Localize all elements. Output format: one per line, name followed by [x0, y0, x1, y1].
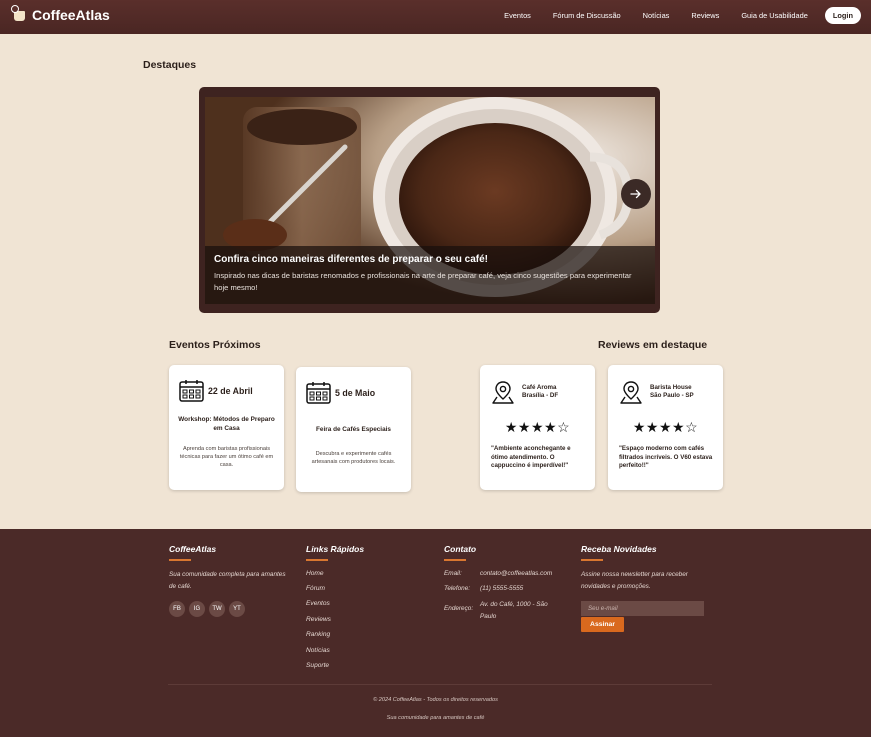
footer-contact-title: Contato — [444, 544, 477, 554]
event-date: 5 de Maio — [335, 388, 376, 398]
footer-link-eventos[interactable]: Eventos — [306, 596, 426, 611]
footer-tagline: Sua comunidade para amantes de café — [386, 715, 485, 721]
carousel-next-button[interactable] — [621, 179, 651, 209]
highlights-title: Destaques — [143, 59, 197, 71]
review-place-location: São Paulo - SP — [650, 392, 694, 399]
events-title: Eventos Próximos — [169, 339, 261, 351]
newsletter-email-input[interactable]: Seu e-mail — [581, 600, 704, 616]
footer-link-suporte[interactable]: Suporte — [306, 658, 426, 673]
site-footer: CoffeeAtlas Sua comunidade completa para… — [0, 529, 871, 737]
youtube-icon[interactable]: YT — [229, 600, 245, 617]
nav-reviews[interactable]: Reviews — [691, 11, 719, 20]
address-label: Endereço: — [444, 604, 474, 612]
site-header: CoffeeAtlas Eventos Fórum de Discussão N… — [0, 0, 871, 34]
review-place-name: Barista House — [650, 384, 692, 391]
arrow-right-icon — [630, 189, 641, 199]
footer-links-title: Links Rápidos — [306, 544, 365, 554]
footer-divider-accent — [169, 559, 191, 561]
event-description: Descubra e experimente cafés artesanais … — [311, 451, 396, 465]
slide-title: Confira cinco maneiras diferentes de pre… — [214, 254, 488, 265]
footer-link-ranking[interactable]: Ranking — [306, 627, 426, 642]
location-pin-icon — [492, 381, 514, 404]
instagram-icon[interactable]: IG — [189, 600, 205, 617]
event-title: Workshop: Métodos de Preparo em Casa — [178, 416, 275, 432]
footer-link-noticias[interactable]: Notícias — [306, 643, 426, 658]
footer-divider-accent — [581, 559, 603, 561]
review-place-location: Brasília - DF — [522, 392, 559, 399]
review-text: "Espaço moderno com cafés filtrados incr… — [619, 445, 713, 469]
footer-about-text: Sua comunidade completa para amantes de … — [169, 570, 286, 590]
footer-link-forum[interactable]: Fórum — [306, 581, 426, 596]
event-card[interactable]: 22 de Abril Workshop: Métodos de Preparo… — [169, 365, 284, 490]
subscribe-button[interactable]: Assinar — [581, 616, 624, 632]
nav-guia-usabilidade[interactable]: Guia de Usabilidade — [741, 11, 808, 20]
footer-divider-accent — [444, 559, 466, 561]
phone-label: Telefone: — [444, 585, 471, 592]
footer-divider-accent — [306, 559, 328, 561]
contact-email[interactable]: contato@coffeeatlas.com — [480, 566, 552, 582]
review-card[interactable]: Barista House São Paulo - SP ★★★★☆ "Espa… — [608, 365, 723, 490]
slide-caption[interactable]: Confira cinco maneiras diferentes de pre… — [205, 246, 655, 304]
calendar-icon — [306, 382, 331, 404]
event-date: 22 de Abril — [208, 386, 253, 396]
footer-newsletter: Receba Novidades Assine nossa newsletter… — [581, 544, 711, 632]
event-title: Feira de Cafés Especiais — [316, 426, 391, 433]
copyright-text: © 2024 CoffeeAtlas - Todos os direitos r… — [373, 697, 498, 703]
footer-divider — [168, 684, 712, 685]
footer-about-title: CoffeeAtlas — [169, 544, 217, 554]
coffee-logo-icon — [11, 4, 29, 23]
logo-text: CoffeeAtlas — [32, 7, 110, 23]
nav-eventos[interactable]: Eventos — [504, 11, 531, 20]
footer-link-home[interactable]: Home — [306, 566, 426, 581]
footer-contact: Contato Email: contato@coffeeatlas.com Te… — [444, 544, 574, 623]
star-rating: ★★★★☆ — [504, 419, 571, 435]
review-place-name: Café Aroma — [522, 384, 557, 391]
location-pin-icon — [620, 381, 642, 404]
calendar-icon — [179, 380, 204, 402]
footer-link-reviews[interactable]: Reviews — [306, 612, 426, 627]
event-card[interactable]: 5 de Maio Feira de Cafés Especiais Descu… — [296, 367, 411, 492]
facebook-icon[interactable]: FB — [169, 600, 185, 617]
twitter-icon[interactable]: TW — [209, 600, 225, 617]
logo[interactable]: CoffeeAtlas — [11, 4, 110, 23]
contact-phone: (11) 5555-5555 — [480, 585, 524, 592]
event-description: Aprenda com baristas profissionais técni… — [179, 446, 274, 468]
review-text: "Ambiente aconchegante e ótimo atendimen… — [491, 445, 571, 469]
footer-about: CoffeeAtlas Sua comunidade completa para… — [169, 544, 289, 617]
reviews-title: Reviews em destaque — [598, 339, 708, 351]
login-button[interactable]: Login — [824, 7, 861, 24]
social-links: FB IG TW YT — [169, 600, 289, 617]
nav-noticias[interactable]: Notícias — [643, 11, 670, 20]
slide-text: Inspirado nas dicas de baristas renomado… — [214, 271, 632, 292]
highlights-carousel: Confira cinco maneiras diferentes de pre… — [199, 87, 660, 313]
star-rating: ★★★★☆ — [632, 419, 699, 435]
footer-links: Links Rápidos Home Fórum Eventos Reviews… — [306, 544, 426, 673]
email-label: Email: — [444, 569, 462, 577]
review-card[interactable]: Café Aroma Brasília - DF ★★★★☆ "Ambiente… — [480, 365, 595, 490]
footer-newsletter-title: Receba Novidades — [581, 544, 657, 554]
main-nav: Eventos Fórum de Discussão Notícias Revi… — [482, 7, 861, 24]
newsletter-text: Assine nossa newsletter para receber nov… — [581, 570, 688, 590]
nav-forum[interactable]: Fórum de Discussão — [553, 11, 621, 20]
contact-address: Av. do Café, 1000 - São Paulo — [480, 600, 548, 620]
